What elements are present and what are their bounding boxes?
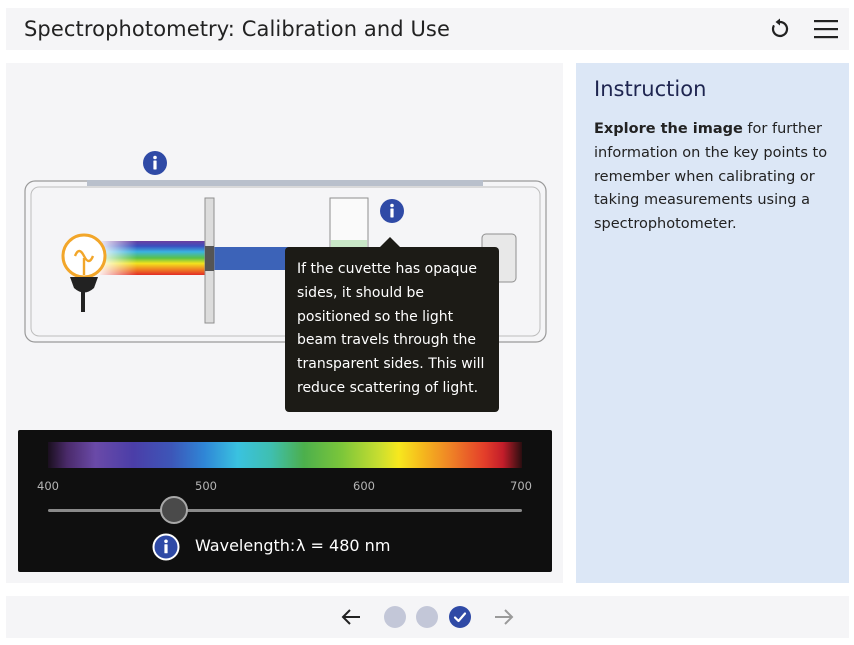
wavelength-slider-track[interactable]: [48, 509, 522, 512]
info-icon-cuvette[interactable]: [379, 198, 405, 224]
instrument-lid: [87, 180, 483, 186]
instruction-body: Explore the image for further informatio…: [594, 118, 834, 237]
instruction-body-text: for further information on the key point…: [594, 121, 828, 233]
tooltip-arrow: [380, 237, 400, 247]
wavelength-label: Wavelength:: [195, 536, 296, 555]
info-icon-lid[interactable]: [142, 150, 168, 176]
tick-label: 700: [510, 479, 532, 493]
instruction-title: Instruction: [594, 77, 707, 101]
tick-label: 500: [195, 479, 217, 493]
tick-label: 600: [353, 479, 375, 493]
info-icon-wavelength[interactable]: [152, 533, 180, 561]
light-beam-fade: [100, 241, 206, 275]
instruction-body-bold: Explore the image: [594, 121, 743, 137]
arrow-left-icon[interactable]: [340, 607, 362, 627]
cuvette-tooltip: If the cuvette has opaque sides, it shou…: [285, 247, 499, 412]
step-dot-1[interactable]: [384, 606, 406, 628]
wavelength-value: λ = 480 nm: [296, 536, 391, 555]
instruction-panel: Instruction Explore the image for furthe…: [576, 63, 849, 583]
wavelength-slider-knob[interactable]: [160, 496, 189, 524]
reset-icon[interactable]: [768, 17, 792, 41]
wavelength-panel: 400 500 600 700 Wavelength: λ = 480 nm: [18, 430, 552, 572]
tick-label: 400: [37, 479, 59, 493]
selector-aperture: [205, 246, 214, 271]
visible-spectrum-bar: [48, 442, 522, 468]
arrow-right-icon[interactable]: [493, 607, 515, 627]
step-navigation: [6, 596, 849, 638]
hamburger-menu-icon[interactable]: [812, 18, 840, 40]
light-bulb: [61, 233, 107, 312]
step-dot-3[interactable]: [449, 606, 471, 628]
checkmark-icon: [453, 612, 467, 623]
step-dot-2[interactable]: [416, 606, 438, 628]
